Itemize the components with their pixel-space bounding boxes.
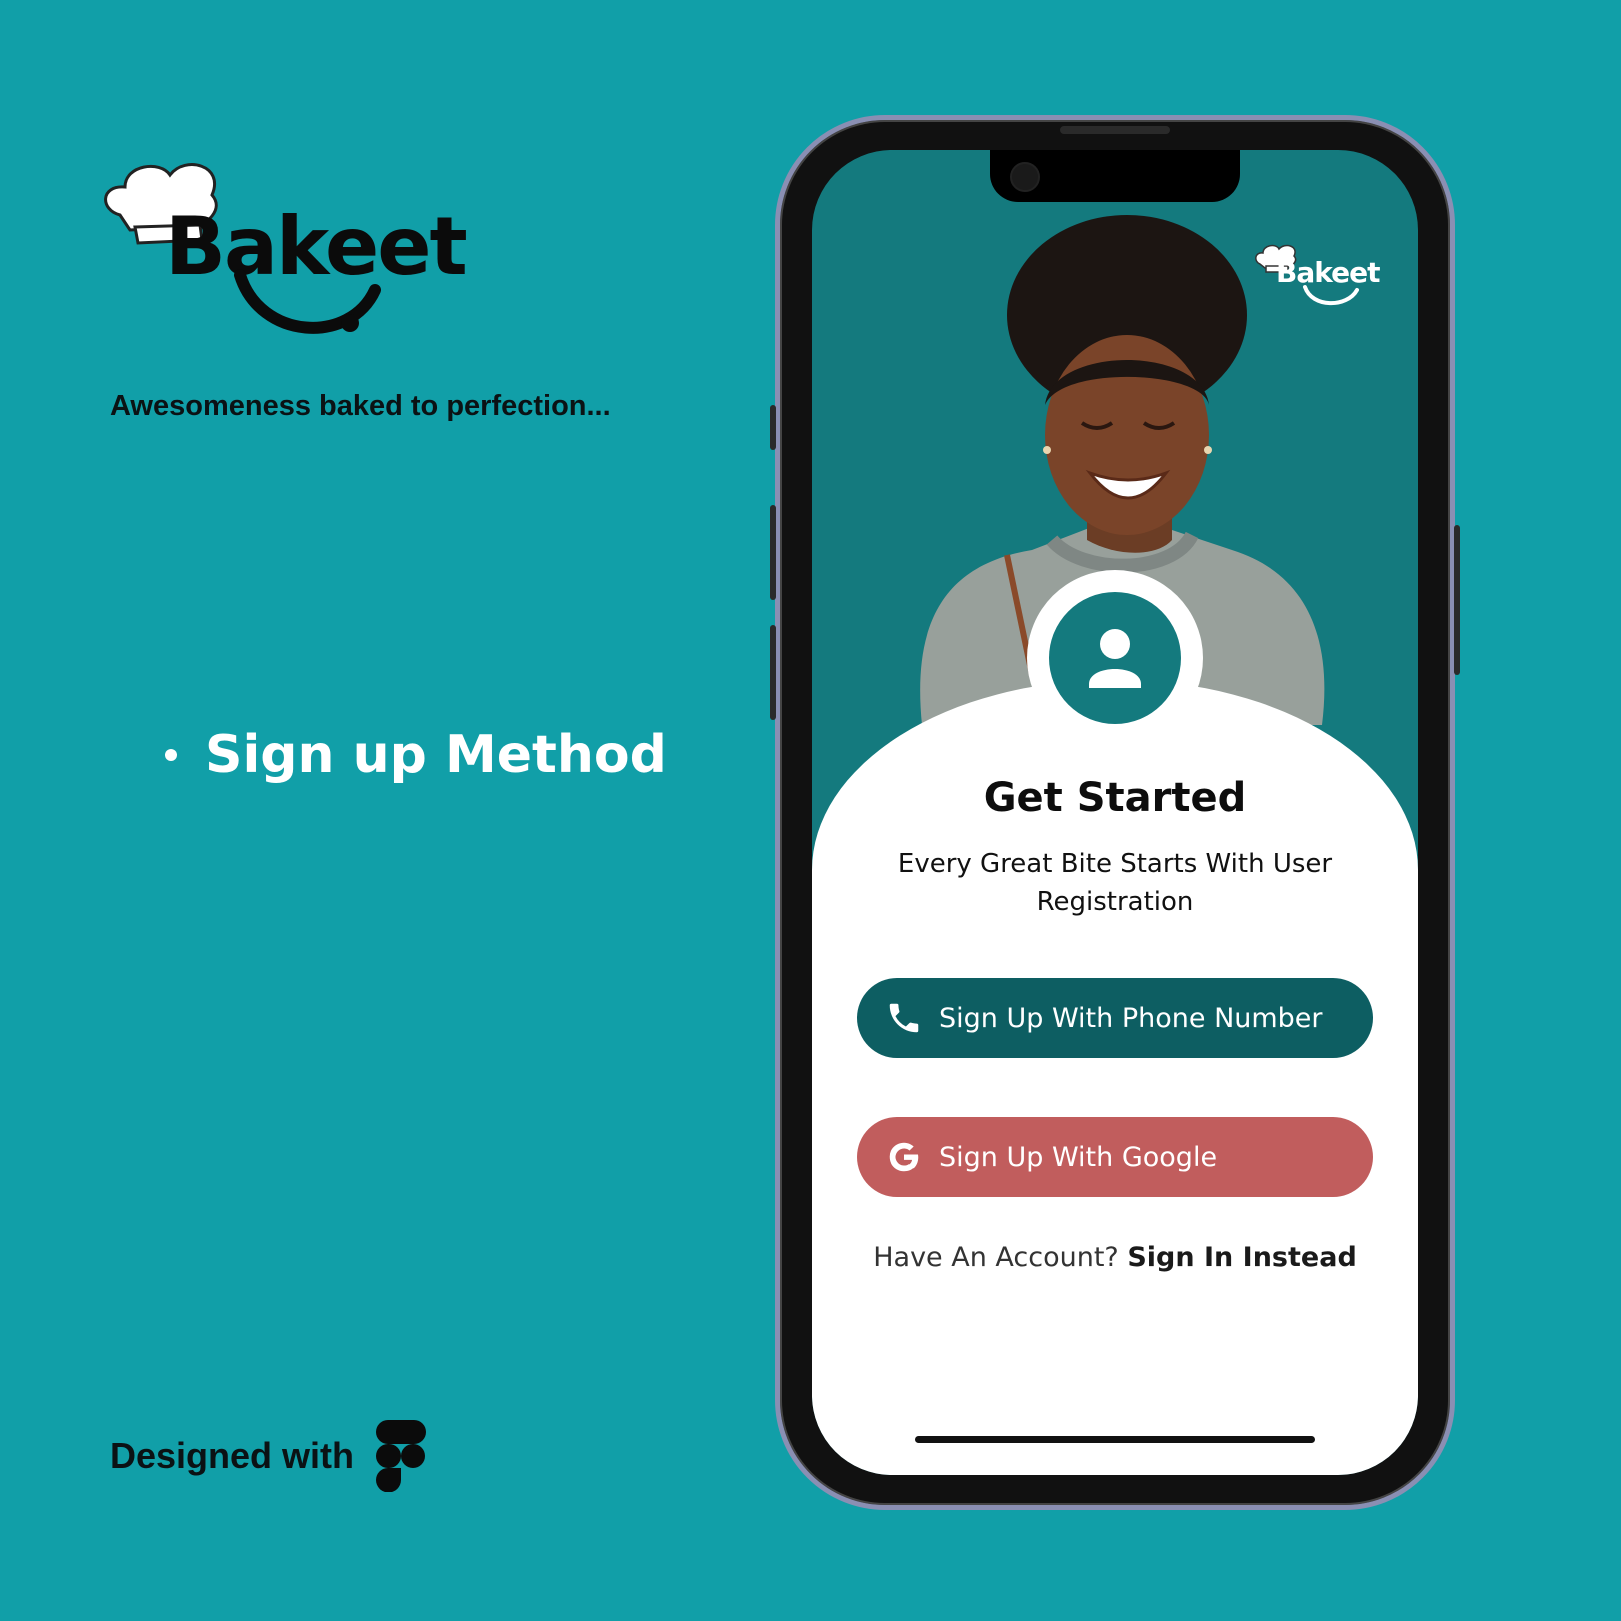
figma-icon: [376, 1420, 427, 1492]
designed-with: Designed with: [110, 1420, 427, 1492]
user-icon: [1089, 629, 1141, 688]
home-indicator[interactable]: [915, 1436, 1315, 1443]
signin-prompt-text: Have An Account?: [873, 1242, 1119, 1273]
speaker-grille: [1060, 126, 1170, 134]
page-title: Get Started: [983, 775, 1247, 821]
section-label: Sign up Method: [205, 725, 667, 785]
app-logo: Bakeet: [1254, 238, 1384, 308]
signin-link[interactable]: Sign In Instead: [1127, 1242, 1356, 1273]
bullet-icon: [165, 749, 177, 761]
power-button: [1454, 525, 1460, 675]
section-heading: Sign up Method: [165, 725, 667, 785]
volume-up-button: [770, 505, 776, 600]
avatar: [1049, 592, 1181, 724]
phone-icon: [889, 1003, 919, 1033]
phone-mockup: Bakeet Get Started Every Great Bite Star…: [770, 115, 1460, 1510]
signup-phone-label: Sign Up With Phone Number: [939, 1002, 1323, 1034]
camera-icon: [1010, 162, 1040, 192]
avatar-ring: [1027, 570, 1203, 746]
signup-phone-button[interactable]: Sign Up With Phone Number: [857, 978, 1373, 1058]
brand-tagline: Awesomeness baked to perfection...: [110, 390, 611, 422]
signin-prompt: Have An Account? Sign In Instead: [812, 1242, 1418, 1273]
signup-google-button[interactable]: Sign Up With Google: [857, 1117, 1373, 1197]
volume-down-button: [770, 625, 776, 720]
smile-icon: [1303, 285, 1359, 306]
smile-icon: [234, 269, 381, 334]
mute-switch: [770, 405, 776, 450]
brand-logo: Bakeet: [100, 155, 468, 355]
signup-google-label: Sign Up With Google: [939, 1141, 1218, 1173]
designed-with-label: Designed with: [110, 1435, 355, 1476]
google-icon: [889, 1142, 919, 1172]
phone-screen: Bakeet Get Started Every Great Bite Star…: [812, 150, 1418, 1475]
page-subtitle: Every Great Bite Starts With User Regist…: [897, 849, 1333, 917]
phone-notch: [990, 150, 1240, 202]
